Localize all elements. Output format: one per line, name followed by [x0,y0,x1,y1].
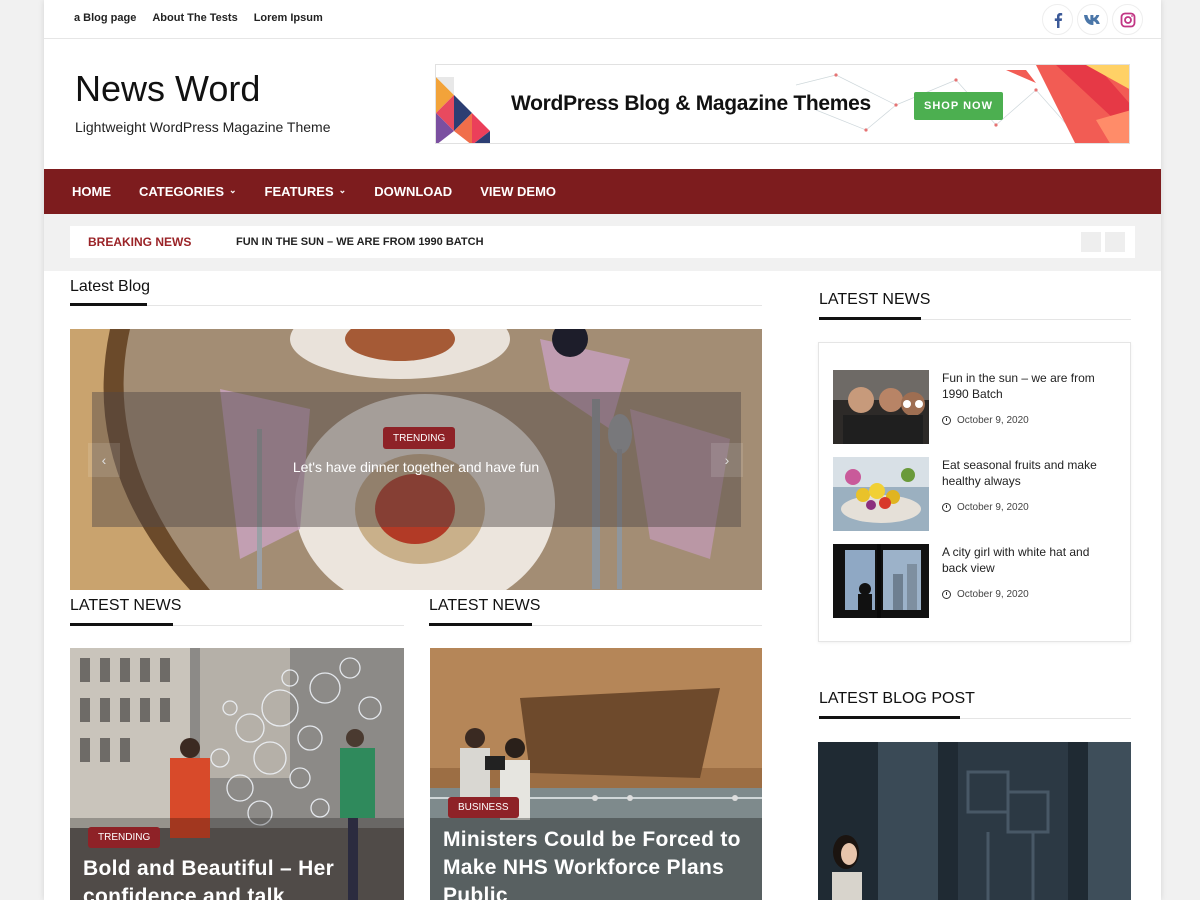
instagram-icon[interactable] [1112,4,1143,35]
banner-headline: WordPress Blog & Magazine Themes [511,92,871,115]
latest-news-heading: LATEST NEWS [429,597,541,614]
top-link-lorem-ipsum[interactable]: Lorem Ipsum [254,12,323,24]
post-title[interactable]: Eat seasonal fruits and make healthy alw… [942,457,1117,489]
top-bar: a Blog page About The Tests Lorem Ipsum [44,0,1161,39]
category-badge[interactable]: TRENDING [383,427,456,449]
blog-post-image[interactable] [818,742,1131,900]
top-link-about-tests[interactable]: About The Tests [152,12,237,24]
featured-slider[interactable]: TRENDING Let's have dinner together and … [70,329,762,590]
top-links: a Blog page About The Tests Lorem Ipsum [74,12,323,24]
nav-item-view-demo[interactable]: VIEW DEMO [480,184,556,199]
post-date: October 9, 2020 [942,589,1029,600]
fruits-photo [833,457,929,531]
post-thumbnail[interactable] [833,370,929,444]
breaking-news-box: BREAKING NEWS FUN IN THE SUN – WE ARE FR… [70,226,1135,258]
news-card[interactable]: TRENDING Bold and Beautiful – Her confid… [70,648,404,900]
clock-icon [942,590,951,599]
social-links [1042,4,1143,35]
chevron-left-icon: ‹ [101,452,107,468]
breaking-news-headline[interactable]: FUN IN THE SUN – WE ARE FROM 1990 BATCH [236,236,484,248]
page: a Blog page About The Tests Lorem Ipsum … [44,0,1161,900]
post-thumbnail[interactable] [833,544,929,618]
nav-item-label: DOWNLOAD [374,184,453,199]
slide-title[interactable]: Let's have dinner together and have fun [70,459,762,475]
post-title[interactable]: Fun in the sun – we are from 1990 Batch [942,370,1117,402]
divider [70,305,762,306]
top-link-blog-page[interactable]: a Blog page [74,12,136,24]
breaking-prev-button[interactable] [1081,232,1101,252]
facebook-icon[interactable] [1042,4,1073,35]
city-window-photo [833,544,929,618]
slider-prev-button[interactable]: ‹ [88,443,120,477]
forest-girl-photo [818,742,1131,900]
nav-item-label: HOME [72,184,111,199]
breaking-news-label: BREAKING NEWS [88,235,192,249]
heading-underline [70,623,173,626]
post-title[interactable]: A city girl with white hat and back view [942,544,1117,576]
nav-item-label: CATEGORIES [139,184,224,199]
nav-item-download[interactable]: DOWNLOAD [374,184,452,199]
card-title[interactable]: Bold and Beautiful – Her confidence and … [83,855,393,900]
shop-now-button[interactable]: SHOP NOW [914,92,1003,120]
heading-underline [429,623,532,626]
friends-photo [833,370,929,444]
latest-blog-heading: Latest Blog [70,278,151,295]
main-navigation: HOME CATEGORIES ⌄ FEATURES ⌄ DOWNLOAD VIEW… [44,169,1161,214]
breaking-next-button[interactable] [1105,232,1125,252]
post-thumbnail[interactable] [833,457,929,531]
header-ad-banner[interactable]: WordPress Blog & Magazine Themes SHOP NO… [435,64,1130,144]
news-card[interactable]: BUSINESS Ministers Could be Forced to Ma… [430,648,762,900]
post-date-text: October 9, 2020 [957,502,1029,513]
slider-next-button[interactable]: › [711,443,743,477]
clock-icon [942,503,951,512]
nav-item-categories[interactable]: CATEGORIES ⌄ [139,184,237,199]
card-title[interactable]: Ministers Could be Forced to Make NHS Wo… [443,826,753,900]
heading-underline [819,317,921,320]
list-item[interactable]: A city girl with white hat and back view… [833,544,1123,618]
clock-icon [942,416,951,425]
chevron-down-icon: ⌄ [338,185,347,195]
post-date: October 9, 2020 [942,415,1029,426]
latest-blog-post-heading: LATEST BLOG POST [819,690,975,707]
sidebar-latest-news-heading: LATEST NEWS [819,291,931,308]
chevron-right-icon: › [724,452,730,468]
category-badge[interactable]: BUSINESS [448,797,519,818]
sidebar-latest-news-list: Fun in the sun – we are from 1990 Batch … [818,342,1131,642]
post-date: October 9, 2020 [942,502,1029,513]
nav-item-home[interactable]: HOME [72,184,111,199]
vk-icon[interactable] [1077,4,1108,35]
list-item[interactable]: Eat seasonal fruits and make healthy alw… [833,457,1123,531]
list-item[interactable]: Fun in the sun – we are from 1990 Batch … [833,370,1123,444]
heading-underline [819,716,960,719]
nav-item-features[interactable]: FEATURES ⌄ [265,184,347,199]
nav-item-label: FEATURES [264,184,334,199]
site-tagline: Lightweight WordPress Magazine Theme [75,119,331,135]
category-badge[interactable]: TRENDING [88,827,161,848]
post-date-text: October 9, 2020 [957,415,1029,426]
post-date-text: October 9, 2020 [957,589,1029,600]
chevron-down-icon: ⌄ [229,185,237,195]
breaking-news-bar: BREAKING NEWS FUN IN THE SUN – WE ARE FR… [44,214,1161,271]
latest-news-heading: LATEST NEWS [70,597,182,614]
site-title[interactable]: News Word [75,68,260,110]
nav-item-label: VIEW DEMO [480,184,557,199]
heading-underline [70,303,147,306]
